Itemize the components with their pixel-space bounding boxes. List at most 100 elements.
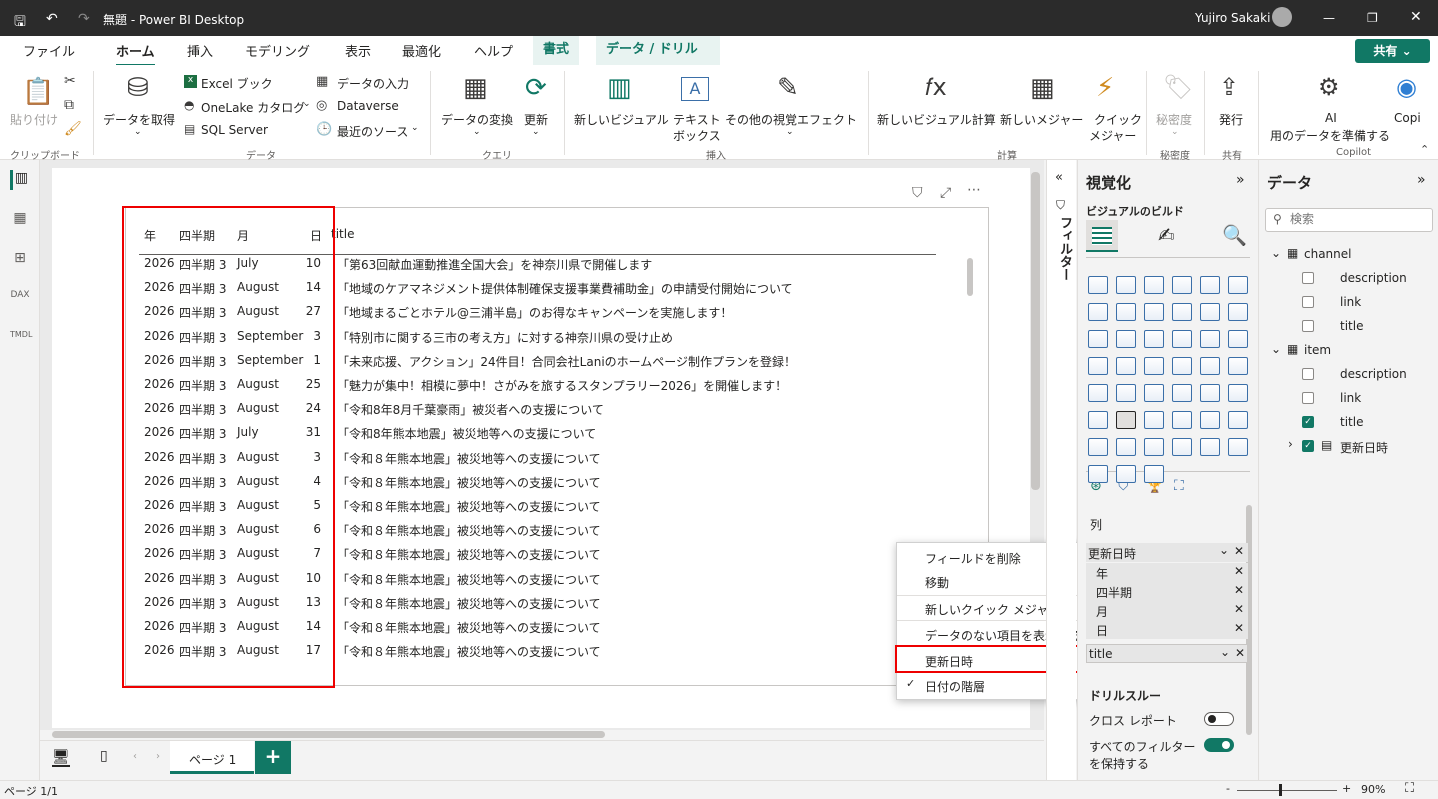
copy-icon[interactable]: ⧉ bbox=[64, 97, 74, 113]
visual-type-icon[interactable] bbox=[1172, 384, 1192, 402]
field-checkbox[interactable] bbox=[1302, 296, 1314, 308]
search-input[interactable] bbox=[1290, 212, 1426, 226]
visual-type-icon[interactable] bbox=[1088, 411, 1108, 429]
field-checkbox[interactable]: ✓ bbox=[1302, 440, 1314, 452]
cell-title[interactable]: 「地域まるごとホテル@三浦半島」のお得なキャンペーンを実施します！ bbox=[337, 304, 732, 321]
search-box[interactable]: ⚲ bbox=[1265, 208, 1433, 232]
paste-button[interactable]: 貼り付け bbox=[10, 111, 58, 128]
share-button[interactable]: 共有 ⌄ bbox=[1355, 39, 1430, 63]
sensitivity-button[interactable]: 秘密度 bbox=[1156, 111, 1192, 128]
visual-type-icon[interactable] bbox=[1088, 357, 1108, 375]
visual-type-icon[interactable] bbox=[1228, 411, 1248, 429]
cell-title[interactable]: 「魅力が集中！相模に夢中！さがみを旅するスタンプラリー2026」を開催します！ bbox=[337, 377, 787, 394]
expand-icon[interactable]: ⌄ bbox=[1271, 342, 1281, 356]
cell-title[interactable]: 「令和８年熊本地震」被災地等への支援について bbox=[337, 522, 601, 539]
minimize-icon[interactable]: — bbox=[1323, 11, 1335, 25]
visual-type-icon[interactable] bbox=[1116, 411, 1136, 429]
field-name[interactable]: description bbox=[1340, 271, 1407, 285]
well-hierarchy-level[interactable]: 四半期 ✕ bbox=[1086, 582, 1248, 601]
field-name[interactable]: title bbox=[1340, 415, 1363, 429]
tab-home[interactable]: ホーム bbox=[116, 41, 155, 67]
zoom-out-icon[interactable]: - bbox=[1226, 782, 1230, 795]
sql-server-button[interactable]: SQL Server bbox=[201, 123, 268, 137]
cell-title[interactable]: 「令和８年熊本地震」被災地等への支援について bbox=[337, 498, 601, 515]
table-name[interactable]: channel bbox=[1304, 247, 1351, 261]
visual-type-icon[interactable] bbox=[1144, 438, 1164, 456]
visual-type-icon[interactable] bbox=[1200, 357, 1220, 375]
new-visual-button[interactable]: 新しいビジュアル bbox=[574, 111, 669, 128]
refresh-button[interactable]: 更新 bbox=[524, 111, 548, 128]
field-name[interactable]: link bbox=[1340, 391, 1361, 405]
cell-title[interactable]: 「令和８年熊本地震」被災地等への支援について bbox=[337, 571, 601, 588]
page-tab[interactable]: ページ 1 bbox=[170, 741, 254, 774]
fit-to-page-icon[interactable]: ⛶ bbox=[1405, 781, 1414, 796]
remove-field-icon[interactable]: ✕ bbox=[1235, 646, 1245, 660]
field-checkbox[interactable] bbox=[1302, 392, 1314, 404]
well-hierarchy-level[interactable]: 日 ✕ bbox=[1086, 620, 1248, 639]
visual-type-icon[interactable] bbox=[1116, 465, 1136, 483]
collapse-ribbon-icon[interactable]: ⌃ bbox=[1420, 143, 1429, 156]
field-name[interactable]: description bbox=[1340, 367, 1407, 381]
visual-type-icon[interactable] bbox=[1200, 411, 1220, 429]
canvas-h-scrollbar[interactable] bbox=[52, 731, 605, 738]
visual-type-icon[interactable] bbox=[1088, 384, 1108, 402]
tab-file[interactable]: ファイル bbox=[23, 41, 75, 60]
table-view-icon[interactable]: ▦ bbox=[10, 210, 30, 230]
undo-icon[interactable]: ↶ bbox=[46, 11, 58, 27]
canvas-v-scrollbar[interactable] bbox=[1031, 172, 1040, 490]
expand-filter-icon[interactable]: « bbox=[1055, 170, 1063, 185]
chevron-down-icon[interactable]: ⌄ bbox=[134, 127, 142, 137]
tab-view[interactable]: 表示 bbox=[345, 41, 371, 60]
cell-title[interactable]: 「未来応援、アクション」24件目！合同会社Laniのホームページ制作プランを登録… bbox=[337, 353, 796, 370]
well-date-field[interactable]: 更新日時 ✕ ⌄ bbox=[1086, 543, 1248, 562]
visual-type-icon[interactable] bbox=[1144, 357, 1164, 375]
visual-type-icon[interactable] bbox=[1200, 384, 1220, 402]
tab-help[interactable]: ヘルプ bbox=[474, 41, 513, 60]
visual-type-icon[interactable] bbox=[1172, 357, 1192, 375]
ai-prep-line1[interactable]: AI bbox=[1325, 111, 1337, 125]
field-name[interactable]: link bbox=[1340, 295, 1361, 309]
well-hierarchy-level[interactable]: 年 ✕ bbox=[1086, 563, 1248, 582]
visual-type-icon[interactable] bbox=[1228, 276, 1248, 294]
cell-title[interactable]: 「第63回献血運動推進全国大会」を神奈川県で開催します bbox=[337, 256, 652, 273]
visual-type-icon[interactable] bbox=[1144, 276, 1164, 294]
cross-report-toggle[interactable] bbox=[1204, 712, 1234, 726]
menu-item-new-quick-measure[interactable]: 新しいクイック メジャー bbox=[925, 601, 1060, 618]
visual-type-icon[interactable] bbox=[1088, 465, 1108, 483]
format-visual-icon[interactable]: ✍ bbox=[1158, 223, 1175, 247]
visual-type-icon[interactable] bbox=[1172, 438, 1192, 456]
add-page-button[interactable]: + bbox=[255, 741, 291, 774]
cell-title[interactable]: 「令和8年8月千葉豪雨」被災者への支援について bbox=[337, 401, 604, 418]
excel-button[interactable]: Excel ブック bbox=[201, 75, 273, 92]
new-measure-button[interactable]: 新しいメジャー bbox=[1000, 111, 1083, 128]
desktop-layout-icon[interactable]: 🖥 bbox=[52, 749, 70, 767]
menu-item-remove-field[interactable]: フィールドを削除 bbox=[925, 550, 1021, 567]
visual-type-icon[interactable] bbox=[1116, 330, 1136, 348]
textbox-button-line2[interactable]: ボックス bbox=[673, 127, 721, 144]
visual-type-icon[interactable] bbox=[1144, 411, 1164, 429]
visual-type-icon[interactable] bbox=[1172, 330, 1192, 348]
field-checkbox[interactable]: ✓ bbox=[1302, 416, 1314, 428]
ai-prep-line2[interactable]: 用のデータを準備する bbox=[1270, 127, 1390, 144]
field-name[interactable]: 更新日時 bbox=[1340, 439, 1388, 456]
enter-data-button[interactable]: データの入力 bbox=[337, 75, 409, 92]
visual-type-icon[interactable] bbox=[1116, 276, 1136, 294]
tab-data-drill[interactable]: データ / ドリル bbox=[596, 36, 720, 65]
visual-type-icon[interactable] bbox=[1144, 303, 1164, 321]
maximize-icon[interactable]: ❐ bbox=[1367, 11, 1378, 25]
expand-icon[interactable]: › bbox=[1288, 437, 1293, 451]
visual-type-icon[interactable] bbox=[1200, 438, 1220, 456]
zoom-slider[interactable] bbox=[1237, 790, 1337, 791]
analytics-icon[interactable]: 🔍 bbox=[1222, 223, 1247, 247]
visual-type-icon[interactable] bbox=[1200, 303, 1220, 321]
publish-button[interactable]: 発行 bbox=[1219, 111, 1243, 128]
menu-item-move[interactable]: 移動 bbox=[925, 574, 949, 591]
textbox-button-line1[interactable]: テキスト bbox=[673, 111, 721, 128]
collapse-viz-icon[interactable]: » bbox=[1236, 172, 1245, 188]
format-painter-icon[interactable]: 🖌 bbox=[64, 121, 82, 137]
quick-measure-line2[interactable]: メジャー bbox=[1089, 127, 1136, 144]
visual-type-icon[interactable] bbox=[1228, 330, 1248, 348]
mobile-layout-icon[interactable]: ▯ bbox=[100, 748, 108, 764]
visual-type-icon[interactable] bbox=[1116, 303, 1136, 321]
table-name[interactable]: item bbox=[1304, 343, 1331, 357]
